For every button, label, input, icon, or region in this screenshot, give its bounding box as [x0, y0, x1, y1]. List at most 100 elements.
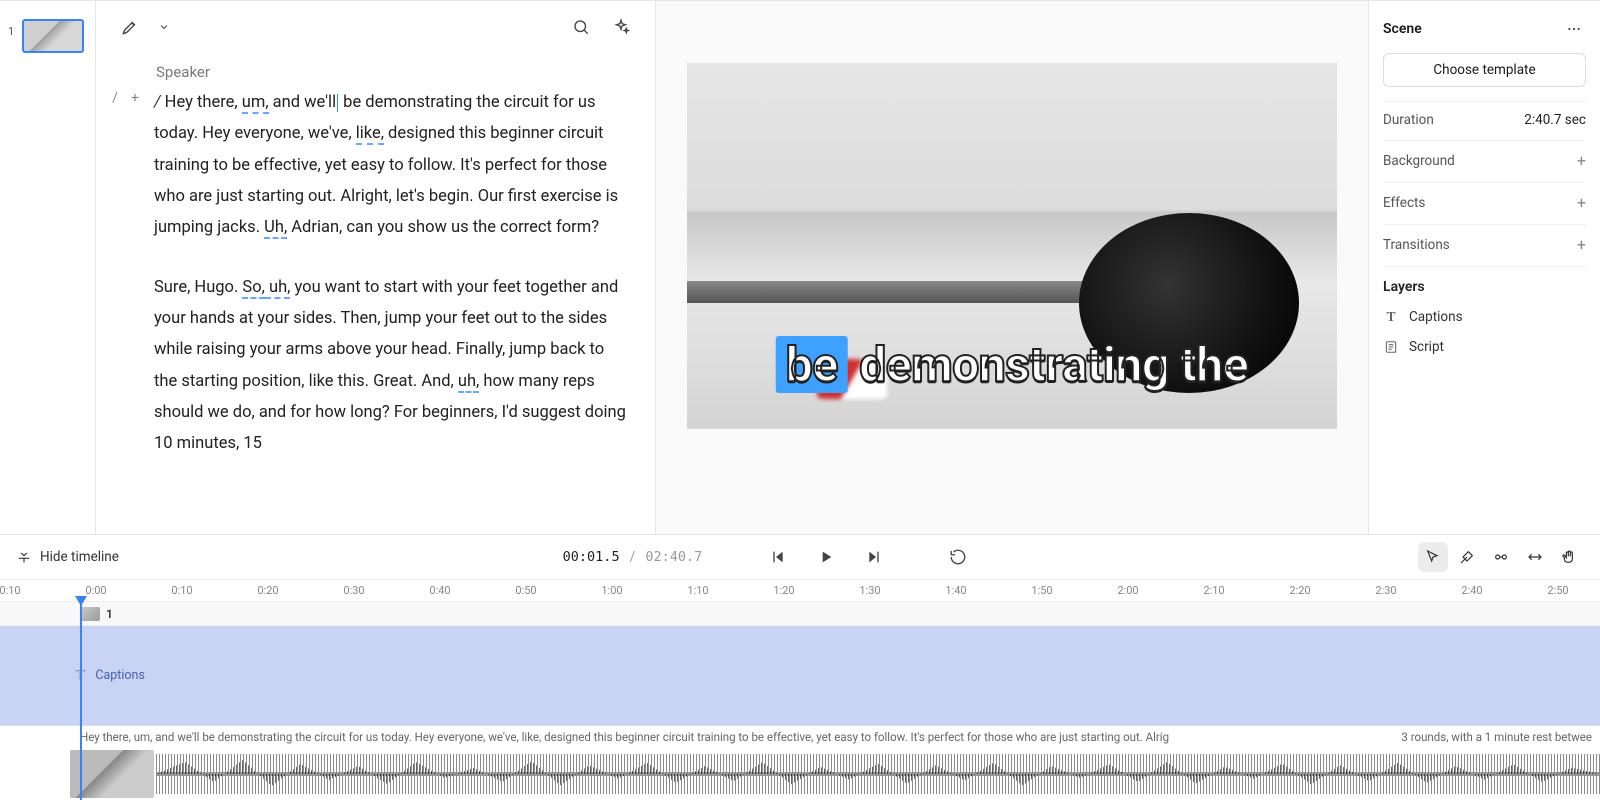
- scene-thumbnail-1[interactable]: 1: [8, 19, 87, 53]
- ruler-tick: 1:30: [859, 584, 880, 597]
- text-cursor: [337, 94, 338, 112]
- ruler-tick: 1:50: [1031, 584, 1052, 597]
- layer-captions[interactable]: T Captions: [1383, 303, 1586, 331]
- slash-marker: /: [154, 93, 165, 112]
- skip-forward-button[interactable]: [858, 541, 890, 573]
- cursor-icon: [1425, 549, 1441, 565]
- collapse-icon: [16, 549, 32, 565]
- scene-track[interactable]: 1: [0, 602, 1600, 626]
- blade-icon: [1459, 549, 1475, 565]
- add-effects-button[interactable]: +: [1577, 193, 1586, 212]
- skip-back-button[interactable]: [762, 541, 794, 573]
- layer-script[interactable]: Script: [1383, 333, 1586, 361]
- timeline-panel: Hide timeline 00:01.5 / 02:40.7: [0, 534, 1600, 800]
- panel-title: Scene: [1383, 21, 1422, 37]
- caption-rest: demonstrating the: [848, 336, 1248, 393]
- blade-tool-button[interactable]: [1452, 542, 1482, 572]
- transcript-track[interactable]: Hey there, um, and we'll be demonstratin…: [0, 726, 1600, 748]
- layer-label: Captions: [1409, 309, 1463, 325]
- chevron-down-icon: [158, 21, 170, 33]
- ruler-tick: 1:00: [601, 584, 622, 597]
- time-separator: /: [630, 549, 636, 565]
- ruler-tick: 0:10: [0, 584, 21, 597]
- captions-track-label: Captions: [95, 668, 145, 683]
- waveform[interactable]: [156, 754, 1600, 794]
- transcript-body[interactable]: Speaker / + / Hey there, um, and we'll b…: [96, 53, 655, 534]
- ruler-tick: 2:40: [1461, 584, 1482, 597]
- captions-track[interactable]: T Captions: [0, 626, 1600, 726]
- range-icon: [1492, 549, 1510, 565]
- scene-chip[interactable]: 1: [80, 607, 113, 621]
- range-tool-button[interactable]: [1486, 542, 1516, 572]
- ruler-tick: 0:40: [429, 584, 450, 597]
- hand-tool-button[interactable]: [1554, 542, 1584, 572]
- play-button[interactable]: [810, 541, 842, 573]
- select-tool-button[interactable]: [1418, 542, 1448, 572]
- ruler-tick: 2:10: [1203, 584, 1224, 597]
- video-canvas[interactable]: be demonstrating the: [687, 63, 1337, 429]
- play-icon: [818, 549, 834, 565]
- layer-label: Script: [1409, 339, 1444, 355]
- transcript-paragraph-2[interactable]: Sure, Hugo. So, uh, you want to start wi…: [154, 272, 629, 460]
- slip-tool-button[interactable]: [1520, 542, 1550, 572]
- timeline-tracks[interactable]: 1 T Captions Hey there, um, and we'll be…: [0, 602, 1600, 800]
- ruler-tick: 0:30: [343, 584, 364, 597]
- transcript-track-text-a: Hey there, um, and we'll be demonstratin…: [80, 730, 1169, 748]
- scene-thumbnail-number: 1: [8, 25, 18, 38]
- scene-chip-thumb: [80, 607, 100, 621]
- caption-highlighted-word: be: [776, 336, 848, 393]
- filler-word[interactable]: So,: [242, 278, 264, 299]
- video-content: [687, 281, 1127, 303]
- filler-word[interactable]: like,: [356, 124, 384, 145]
- choose-template-button[interactable]: Choose template: [1383, 53, 1586, 87]
- add-transitions-button[interactable]: +: [1577, 235, 1586, 254]
- transitions-row[interactable]: Transitions +: [1383, 224, 1586, 264]
- transitions-label: Transitions: [1383, 237, 1450, 253]
- hand-icon: [1561, 549, 1577, 565]
- ruler-tick: 0:20: [257, 584, 278, 597]
- more-options-button[interactable]: [1562, 17, 1586, 41]
- timeline-ruler[interactable]: 0:100:000:100:200:300:400:501:001:101:20…: [0, 580, 1600, 602]
- skip-forward-icon: [866, 549, 882, 565]
- script-icon: [1383, 340, 1399, 354]
- ruler-tick: 1:20: [773, 584, 794, 597]
- background-label: Background: [1383, 153, 1455, 169]
- pen-icon: [121, 18, 139, 36]
- ai-sparkle-button[interactable]: [605, 11, 637, 43]
- hide-timeline-button[interactable]: Hide timeline: [16, 549, 119, 565]
- filler-word[interactable]: uh,: [458, 372, 479, 393]
- loop-icon: [949, 548, 967, 566]
- slash-command-button[interactable]: /: [106, 89, 124, 107]
- add-block-button[interactable]: +: [126, 89, 144, 107]
- playhead[interactable]: [80, 602, 82, 800]
- transcript-track-text-b: 3 rounds, with a 1 minute rest betwee: [1381, 730, 1592, 748]
- search-button[interactable]: [565, 11, 597, 43]
- filler-word[interactable]: um,: [242, 93, 269, 114]
- audio-track[interactable]: [0, 748, 1600, 800]
- filler-word[interactable]: uh,: [265, 278, 291, 299]
- hide-timeline-label: Hide timeline: [40, 549, 119, 565]
- background-row[interactable]: Background +: [1383, 140, 1586, 180]
- pen-dropdown-button[interactable]: [154, 11, 174, 43]
- pen-tool-button[interactable]: [114, 11, 146, 43]
- video-caption: be demonstrating the: [776, 336, 1249, 393]
- horizontal-arrows-icon: [1526, 549, 1544, 565]
- loop-button[interactable]: [942, 541, 974, 573]
- search-icon: [572, 18, 590, 36]
- duration-label: Duration: [1383, 112, 1434, 128]
- ruler-tick: 2:00: [1117, 584, 1138, 597]
- ruler-tick: 2:30: [1375, 584, 1396, 597]
- more-horizontal-icon: [1566, 21, 1582, 37]
- video-preview-panel: be demonstrating the: [656, 1, 1368, 534]
- ruler-tick: 0:10: [171, 584, 192, 597]
- effects-row[interactable]: Effects +: [1383, 182, 1586, 222]
- add-background-button[interactable]: +: [1577, 151, 1586, 170]
- total-duration: 02:40.7: [645, 549, 702, 565]
- duration-row: Duration 2:40.7 sec: [1383, 101, 1586, 138]
- filler-word[interactable]: Uh,: [264, 218, 287, 239]
- sparkle-icon: [612, 18, 630, 36]
- transcript-paragraph-1[interactable]: / Hey there, um, and we'll be demonstrat…: [154, 87, 629, 244]
- speaker-label[interactable]: Speaker: [156, 63, 210, 81]
- current-time: 00:01.5: [563, 549, 620, 565]
- ruler-tick: 1:40: [945, 584, 966, 597]
